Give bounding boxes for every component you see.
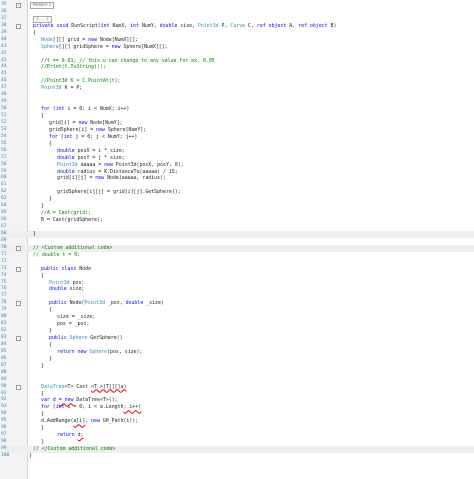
code-line: 76 double size; xyxy=(1,286,85,293)
code-line: 55{ xyxy=(1,140,52,147)
code-line: 52 grid[i] = new Node[NumY]; xyxy=(1,119,123,126)
collapsed-region-ellipsis[interactable]: {...} xyxy=(33,15,52,23)
code-line: 46//Point3d K = C.PointAt(t); xyxy=(1,78,121,85)
code-line: 60 grid[i][j] = new Node(aaaaa, radius); xyxy=(1,175,166,182)
code-line: 69 xyxy=(1,237,7,243)
code-line: 56 double posX = i * size; xyxy=(1,147,125,154)
fold-toggle-icon[interactable]: - xyxy=(16,23,21,29)
code-line: 39{ xyxy=(1,29,36,36)
fold-toggle-icon[interactable]: - xyxy=(16,266,21,272)
code-line: 44//Print(t.ToString()); xyxy=(1,64,106,71)
collapsed-region-members[interactable]: Members xyxy=(30,2,55,9)
code-line: 62 gridSphere[i][j] = grid[i][j].GetSpher… xyxy=(1,189,181,196)
code-line: 97 return d; xyxy=(1,432,84,439)
code-line: 63} xyxy=(1,196,52,203)
code-line: 95 d.AddRange(a[i], new GH_Path(i)); xyxy=(1,418,139,425)
code-lines: 35 + Members 36 37 {...} 38- private void Ru… xyxy=(0,2,474,460)
code-line: 43//t == 0.01; // this u can change to a… xyxy=(1,57,215,64)
code-line: 79{ xyxy=(1,307,52,314)
code-line: 70-// <Custom additional code> xyxy=(0,244,474,252)
code-line: 89 xyxy=(1,376,7,382)
code-line: 77 xyxy=(1,293,7,299)
code-line: 96} xyxy=(1,425,44,432)
code-line: 87} xyxy=(1,362,44,369)
code-line: 92 var d = new DataTree<T>(); xyxy=(1,397,118,404)
code-line: 66 B = Cast(gridSphere); xyxy=(1,217,103,224)
code-line: 82} xyxy=(1,328,52,335)
code-line: 42 xyxy=(1,50,7,56)
code-line: 88 xyxy=(1,369,7,375)
code-line: 45 xyxy=(1,71,7,77)
code-line: 73- public class Node xyxy=(1,265,92,272)
code-line: 85 return new Sphere(pos, size); xyxy=(1,348,143,355)
code-line: 84{ xyxy=(1,341,52,348)
code-line: 59 double radius = K.DistanceTo(aaaaa) / … xyxy=(1,168,178,175)
code-line: 72 xyxy=(1,258,7,264)
code-line: 48 xyxy=(1,92,7,98)
code-line: 57 double posY = j * size; xyxy=(1,154,125,161)
code-line: 100} xyxy=(1,452,32,459)
fold-toggle-icon[interactable]: + xyxy=(16,3,21,8)
code-line: 65//A = Cast(grid); xyxy=(1,210,92,217)
code-line: 40 Node[][] grid = new Node[NumX][]; xyxy=(1,36,139,43)
code-line: 53 gridSphere[i] = new Sphere[NumY]; xyxy=(1,126,147,133)
fold-toggle-icon[interactable]: - xyxy=(16,301,21,307)
code-line: 78- public Node(Point3d _pos, double _siz… xyxy=(1,300,164,307)
code-line: 50 for (int i = 0; i < NumX; i++) xyxy=(1,106,130,113)
code-line: 99// </Custom additional code> xyxy=(0,446,474,453)
fold-toggle-icon[interactable]: - xyxy=(16,384,21,390)
fold-toggle-icon[interactable]: - xyxy=(16,245,21,251)
code-line: 47 Point3d K = P; xyxy=(1,85,83,92)
code-line: 54 for (int j = 0; j < NumY; j++) xyxy=(1,133,138,140)
code-editor[interactable]: 35 + Members 36 37 {...} 38- private void Ru… xyxy=(0,0,474,479)
code-line: 41 Sphere[][] gridSphere = new Sphere[Num… xyxy=(1,43,168,50)
fold-toggle-icon[interactable]: - xyxy=(16,336,21,341)
code-line: 49 xyxy=(1,99,7,105)
code-line: 74{ xyxy=(1,272,44,279)
code-line: 58 Point3d aaaaa = new Point3d(posX, posY… xyxy=(1,161,184,168)
code-line: 35 + Members xyxy=(0,2,474,9)
code-line: 86} xyxy=(1,355,52,362)
code-line: 51{ xyxy=(1,113,44,119)
code-line: 38- private void RunScript(int NumX, int … xyxy=(1,22,337,29)
code-line: 75 Point3d pos; xyxy=(1,279,85,286)
code-line: 94{ xyxy=(1,411,44,418)
code-line: 90- DataTree<T> Cast <T >(T[][]a) xyxy=(1,383,127,390)
code-line: 61 xyxy=(1,182,7,188)
code-line: 81 pos = _pos; xyxy=(1,321,90,328)
code-line: 64} xyxy=(1,203,44,210)
code-line: 98} xyxy=(1,439,44,446)
code-line: 91{ xyxy=(1,390,44,397)
code-line: 37 {...} xyxy=(0,15,474,23)
code-line: 71// double t = 0; xyxy=(1,251,81,258)
code-line: 36 xyxy=(1,8,7,14)
code-line: 68} xyxy=(0,230,474,238)
code-line: 93 for (int i = 0; i < a.Length; i++) xyxy=(1,404,142,411)
code-line: 67 xyxy=(1,224,7,229)
code-line: 80 size = _size; xyxy=(1,314,96,321)
code-line: 83- public Sphere GetSphere() xyxy=(1,335,123,341)
